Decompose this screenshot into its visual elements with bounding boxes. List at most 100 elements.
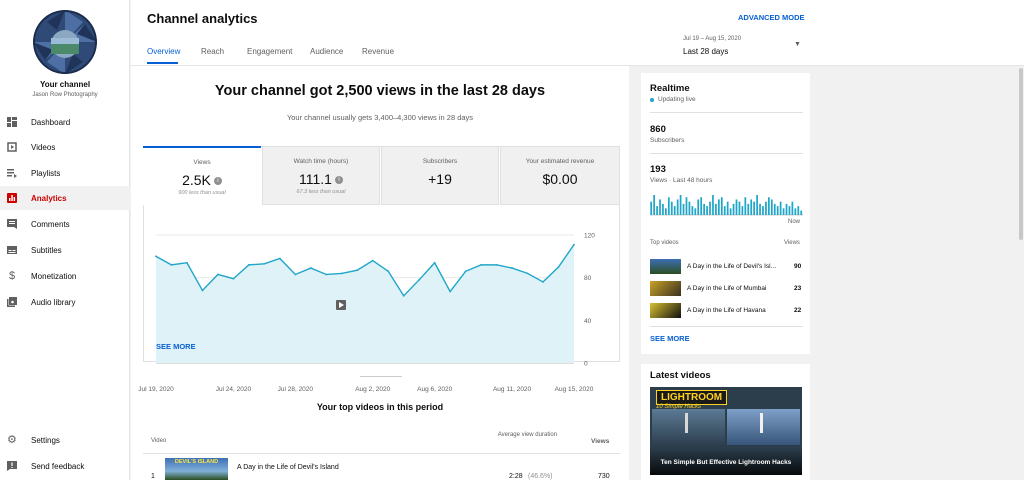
realtime-bar[interactable] bbox=[715, 203, 717, 215]
data-point[interactable] bbox=[573, 243, 575, 246]
data-point[interactable] bbox=[186, 261, 188, 264]
realtime-bar[interactable] bbox=[653, 195, 655, 215]
realtime-bar[interactable] bbox=[656, 206, 658, 215]
metric-revenue-tab[interactable]: Your estimated revenue $0.00 bbox=[500, 146, 620, 205]
realtime-bar[interactable] bbox=[709, 201, 711, 215]
data-point[interactable] bbox=[371, 259, 374, 262]
metric-watch-time-tab[interactable]: Watch time (hours) 111.1 i 67.3 less than… bbox=[262, 146, 380, 205]
realtime-bar[interactable] bbox=[717, 199, 720, 215]
views-line-chart[interactable]: 120 80 40 0 Jul 19, 2020 Jul 24, 2020 Jul 28, … bbox=[131, 206, 629, 396]
data-point[interactable] bbox=[294, 273, 297, 276]
realtime-bar[interactable] bbox=[741, 206, 744, 215]
realtime-bar[interactable] bbox=[723, 206, 726, 215]
realtime-bar[interactable] bbox=[776, 206, 779, 215]
realtime-bar[interactable] bbox=[670, 201, 673, 215]
realtime-bar[interactable] bbox=[688, 201, 691, 215]
realtime-bar[interactable] bbox=[726, 201, 729, 215]
tab-overview[interactable]: Overview bbox=[147, 47, 180, 56]
realtime-bar[interactable] bbox=[747, 203, 750, 215]
play-annotation-icon[interactable] bbox=[336, 300, 346, 310]
realtime-bar[interactable] bbox=[800, 210, 803, 215]
data-point[interactable] bbox=[418, 278, 421, 281]
data-point[interactable] bbox=[542, 281, 544, 283]
realtime-bar[interactable] bbox=[797, 206, 800, 215]
list-item[interactable]: A Day in the Life of Havana 22 bbox=[650, 302, 803, 319]
sidebar-item-analytics[interactable]: Analytics bbox=[0, 186, 130, 210]
realtime-bar[interactable] bbox=[767, 197, 770, 215]
data-point[interactable] bbox=[526, 272, 529, 275]
data-point[interactable] bbox=[155, 255, 157, 258]
realtime-bar[interactable] bbox=[650, 201, 653, 215]
info-icon[interactable]: i bbox=[334, 176, 343, 185]
realtime-bar[interactable] bbox=[779, 201, 782, 215]
data-point[interactable] bbox=[340, 272, 343, 275]
date-range-selector[interactable]: Jul 19 – Aug 15, 2020 Last 28 days ▼ bbox=[681, 34, 806, 58]
sidebar-item-audio-library[interactable]: Audio library bbox=[0, 290, 130, 314]
data-point[interactable] bbox=[325, 273, 328, 276]
realtime-bar[interactable] bbox=[744, 197, 747, 215]
data-point[interactable] bbox=[247, 263, 250, 266]
realtime-bar[interactable] bbox=[700, 197, 703, 215]
data-point[interactable] bbox=[232, 277, 235, 280]
data-point[interactable] bbox=[464, 270, 467, 273]
tab-audience[interactable]: Audience bbox=[310, 47, 343, 56]
realtime-bar[interactable] bbox=[756, 195, 758, 215]
realtime-bar[interactable] bbox=[773, 203, 776, 215]
realtime-bar[interactable] bbox=[759, 203, 761, 215]
info-icon[interactable]: i bbox=[213, 177, 222, 186]
sidebar-item-videos[interactable]: Videos bbox=[0, 135, 130, 159]
realtime-bar[interactable] bbox=[662, 203, 664, 215]
metric-subscribers-tab[interactable]: Subscribers +19 bbox=[381, 146, 499, 205]
realtime-bar[interactable] bbox=[738, 201, 741, 215]
data-point[interactable] bbox=[557, 266, 560, 268]
data-point[interactable] bbox=[309, 267, 312, 269]
list-item[interactable]: A Day in the Life of Mumbai 23 bbox=[650, 280, 803, 297]
realtime-bar[interactable] bbox=[765, 201, 767, 215]
realtime-bar[interactable] bbox=[785, 203, 788, 215]
overview-see-more-button[interactable]: SEE MORE bbox=[156, 342, 196, 351]
realtime-bar[interactable] bbox=[659, 199, 661, 215]
realtime-bar[interactable] bbox=[691, 206, 694, 215]
data-point[interactable] bbox=[170, 263, 173, 266]
realtime-bar[interactable] bbox=[735, 199, 738, 215]
sidebar-item-comments[interactable]: Comments bbox=[0, 212, 130, 236]
sidebar-item-dashboard[interactable]: Dashboard bbox=[0, 110, 130, 134]
table-row[interactable]: 1 DEVIL'S ISLAND A Day in the Life of De… bbox=[143, 457, 620, 480]
data-point[interactable] bbox=[356, 269, 359, 272]
data-point[interactable] bbox=[449, 290, 452, 293]
realtime-bar[interactable] bbox=[750, 199, 753, 215]
sidebar-item-subtitles[interactable]: Subtitles bbox=[0, 238, 130, 262]
tab-reach[interactable]: Reach bbox=[201, 47, 224, 56]
data-point[interactable] bbox=[402, 294, 405, 297]
realtime-bar[interactable] bbox=[720, 197, 723, 215]
latest-video-thumbnail[interactable]: LIGHTROOM 10 Simple Hacks Ten Simple But… bbox=[650, 387, 802, 475]
sidebar-item-settings[interactable]: ⚙ Settings bbox=[0, 428, 130, 452]
realtime-bar[interactable] bbox=[667, 197, 670, 215]
data-point[interactable] bbox=[263, 262, 266, 265]
scrollbar-thumb[interactable] bbox=[1019, 68, 1023, 240]
data-point[interactable] bbox=[433, 261, 436, 264]
data-point[interactable] bbox=[387, 270, 390, 273]
realtime-bar[interactable] bbox=[676, 199, 679, 215]
realtime-bar[interactable] bbox=[788, 206, 791, 215]
realtime-bar[interactable] bbox=[753, 201, 756, 215]
advanced-mode-button[interactable]: ADVANCED MODE bbox=[738, 13, 805, 22]
realtime-bar[interactable] bbox=[762, 206, 764, 215]
tab-engagement[interactable]: Engagement bbox=[247, 47, 292, 56]
realtime-bar[interactable] bbox=[665, 208, 667, 215]
realtime-bar-chart[interactable] bbox=[650, 191, 803, 217]
realtime-bar[interactable] bbox=[697, 199, 700, 215]
realtime-bar[interactable] bbox=[732, 203, 735, 215]
realtime-bar[interactable] bbox=[679, 195, 682, 215]
tab-revenue[interactable]: Revenue bbox=[362, 47, 394, 56]
realtime-see-more-button[interactable]: SEE MORE bbox=[650, 334, 690, 343]
data-point[interactable] bbox=[278, 257, 281, 260]
realtime-bar[interactable] bbox=[794, 208, 797, 215]
data-point[interactable] bbox=[217, 273, 219, 276]
sidebar-item-send-feedback[interactable]: Send feedback bbox=[0, 454, 130, 478]
metric-views-tab[interactable]: Views 2.5K i 900 less than usual bbox=[143, 146, 261, 205]
data-point[interactable] bbox=[201, 289, 204, 292]
realtime-bar[interactable] bbox=[703, 203, 706, 215]
realtime-bar[interactable] bbox=[706, 206, 708, 215]
data-point[interactable] bbox=[495, 263, 498, 266]
